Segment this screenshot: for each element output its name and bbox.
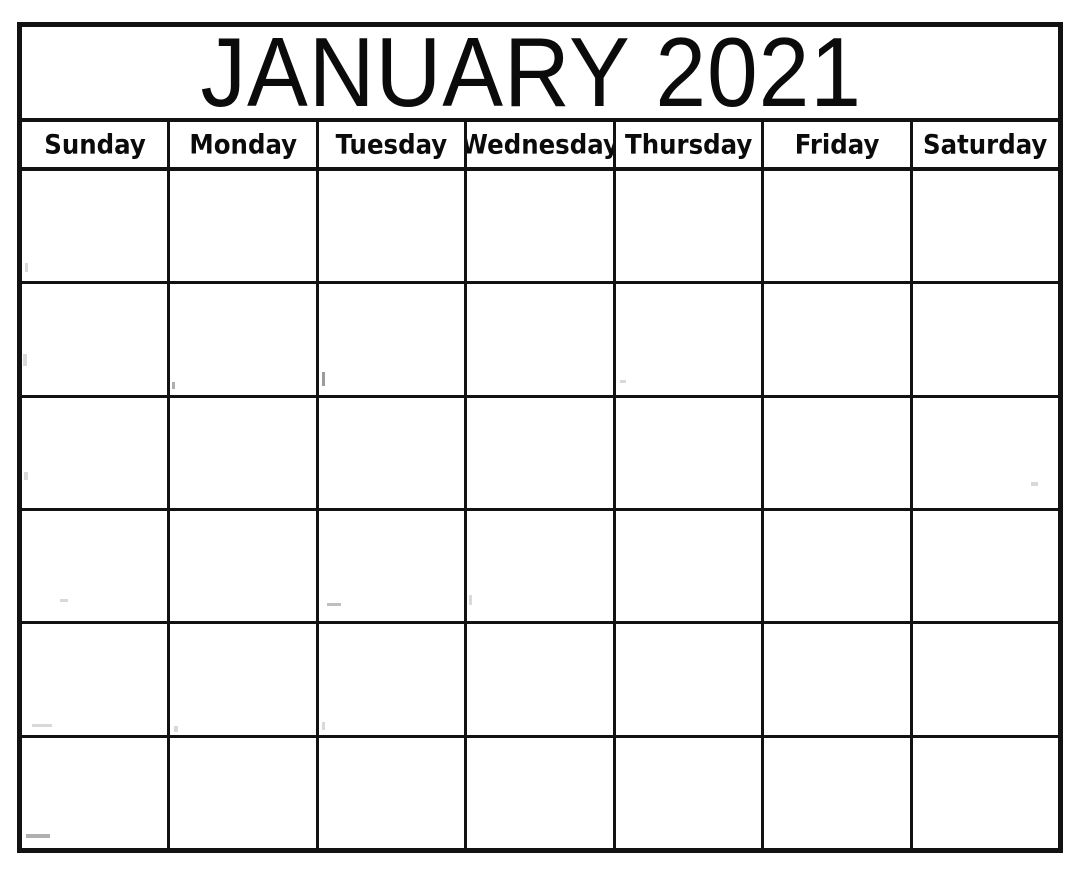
calendar-table: JANUARY 2021 Sunday Monday Tuesday Wedne… [17,22,1063,853]
week-row [22,624,1058,738]
day-cell[interactable] [764,171,913,282]
day-cell[interactable] [615,397,765,508]
scan-speck [24,471,28,480]
day-cell[interactable] [318,171,468,282]
weekday-label: Saturday [923,128,1048,161]
day-cell[interactable] [764,397,913,508]
day-cell[interactable] [22,284,171,395]
day-cell[interactable] [318,397,468,508]
scan-speck [26,833,50,838]
day-cell[interactable] [467,397,616,508]
day-grid [22,171,1058,848]
day-cell[interactable] [764,624,913,735]
weekday-header-tuesday: Tuesday [318,122,468,167]
day-cell[interactable] [764,737,913,848]
week-row [22,397,1058,511]
day-cell[interactable] [170,510,319,622]
day-cell[interactable] [615,284,765,395]
weekday-header-row: Sunday Monday Tuesday Wednesday Thursday… [22,122,1058,171]
week-row [22,284,1058,398]
scan-speck [321,722,325,731]
scan-speck [25,263,28,272]
day-cell[interactable] [318,510,468,622]
page-canvas: JANUARY 2021 Sunday Monday Tuesday Wedne… [0,0,1080,894]
day-cell[interactable] [467,737,616,848]
day-cell[interactable] [22,397,171,508]
day-cell[interactable] [22,624,171,735]
day-cell[interactable] [22,510,171,622]
day-cell[interactable] [912,171,1058,282]
day-cell[interactable] [318,624,468,735]
day-cell[interactable] [170,397,319,508]
week-row [22,510,1058,625]
day-cell[interactable] [467,284,616,395]
weekday-header-saturday: Saturday [912,122,1058,167]
week-row [22,171,1058,285]
page-title: JANUARY 2021 [200,27,863,122]
day-cell[interactable] [170,624,319,735]
scan-speck [23,354,27,367]
day-cell[interactable] [318,284,468,395]
calendar-title-row: JANUARY 2021 [22,27,1058,122]
day-cell[interactable] [170,284,319,395]
scan-speck [469,594,473,605]
weekday-header-monday: Monday [170,122,319,167]
scan-speck [1030,481,1038,486]
day-cell[interactable] [318,737,468,848]
weekday-label: Thursday [624,128,753,161]
day-cell[interactable] [170,171,319,282]
day-cell[interactable] [22,171,171,282]
scan-speck [619,380,626,384]
day-cell[interactable] [615,737,765,848]
weekday-label: Sunday [43,128,146,161]
weekday-header-friday: Friday [764,122,913,167]
scan-speck [32,724,52,728]
day-cell[interactable] [22,737,171,848]
scan-speck [326,602,341,606]
scan-speck [172,382,176,390]
day-cell[interactable] [615,171,765,282]
day-cell[interactable] [764,284,913,395]
scan-speck [174,726,179,733]
weekday-label: Tuesday [335,128,448,161]
scan-speck [60,598,68,602]
day-cell[interactable] [467,171,616,282]
weekday-label: Monday [189,128,297,161]
weekday-label: Friday [794,128,880,161]
weekday-header-wednesday: Wednesday [467,122,616,167]
day-cell[interactable] [170,737,319,848]
day-cell[interactable] [467,624,616,735]
weekday-header-sunday: Sunday [22,122,171,167]
day-cell[interactable] [912,397,1058,508]
day-cell[interactable] [912,624,1058,735]
day-cell[interactable] [764,510,913,622]
week-row [22,737,1058,848]
day-cell[interactable] [615,624,765,735]
day-cell[interactable] [467,510,616,622]
day-cell[interactable] [912,737,1058,848]
day-cell[interactable] [912,284,1058,395]
scan-speck [321,372,325,387]
weekday-label: Wednesday [467,128,616,161]
weekday-header-thursday: Thursday [615,122,765,167]
day-cell[interactable] [615,510,765,622]
day-cell[interactable] [912,510,1058,622]
